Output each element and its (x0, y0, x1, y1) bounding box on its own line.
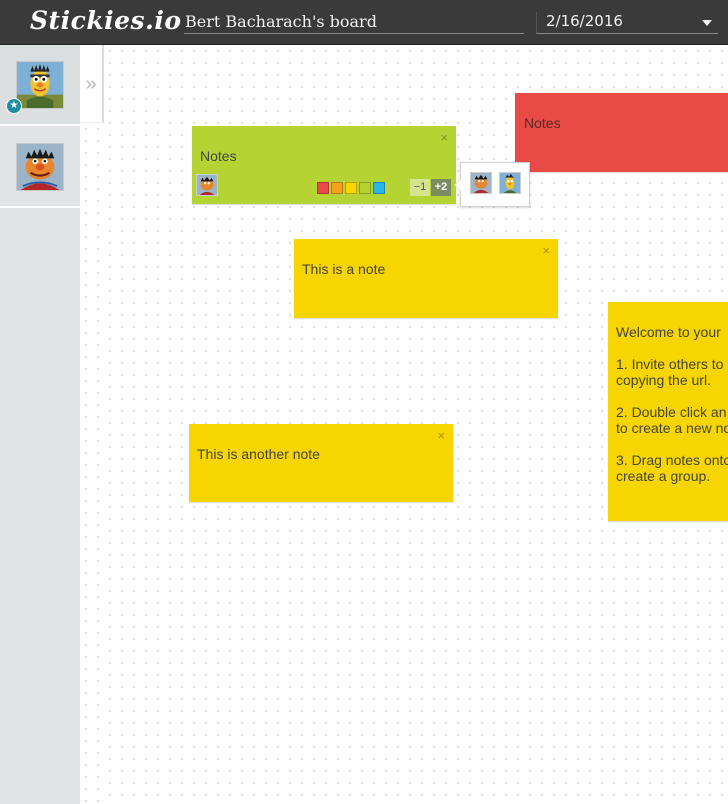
sticky-note-yellow[interactable]: × This is a note (294, 239, 558, 318)
swatch-orange[interactable] (331, 182, 343, 194)
color-picker (317, 182, 385, 194)
voter-avatar-bert (499, 172, 521, 194)
close-icon[interactable]: × (542, 243, 550, 258)
avatar (16, 61, 64, 109)
note-text[interactable]: Welcome to your 1. Invite others to copy… (616, 324, 728, 484)
sticky-note-red[interactable]: Notes (515, 93, 728, 172)
note-author-avatar (196, 174, 218, 196)
note-text[interactable]: Notes (200, 148, 237, 164)
date-select[interactable]: 2/16/2016 (536, 12, 718, 34)
sidebar-collapse-toggle[interactable]: » (80, 45, 104, 123)
swatch-blue[interactable] (373, 182, 385, 194)
star-icon: ★ (6, 98, 22, 114)
note-text[interactable]: Notes (524, 115, 561, 131)
sticky-note-green[interactable]: × Notes −1 +2 (192, 126, 456, 204)
sticky-note-welcome[interactable]: Welcome to your 1. Invite others to copy… (608, 302, 728, 521)
note-text[interactable]: This is a note (302, 261, 385, 277)
popover-pointer-inner (455, 178, 462, 192)
sidebar-user-ernie[interactable] (0, 127, 80, 208)
sidebar: ★ (0, 45, 80, 804)
swatch-red[interactable] (317, 182, 329, 194)
vote-count-badge[interactable]: +2 (431, 179, 451, 196)
swatch-green[interactable] (359, 182, 371, 194)
vote-down-button[interactable]: −1 (410, 179, 430, 196)
sticky-note-yellow[interactable]: × This is another note (189, 424, 453, 502)
close-icon[interactable]: × (437, 428, 445, 443)
voter-avatar-ernie (470, 172, 492, 194)
chevron-down-icon (702, 20, 712, 26)
swatch-yellow[interactable] (345, 182, 357, 194)
app-logo[interactable]: Stickies.io (30, 6, 182, 35)
note-text[interactable]: This is another note (197, 446, 320, 462)
voters-popover (454, 162, 530, 207)
top-bar: Stickies.io Bert Bacharach's board 2/16/… (0, 0, 728, 45)
avatar (16, 143, 64, 191)
date-value: 2/16/2016 (546, 12, 623, 30)
close-icon[interactable]: × (440, 130, 448, 145)
board-canvas-margin (80, 123, 104, 804)
sidebar-user-bert[interactable]: ★ (0, 45, 80, 126)
board-title-input[interactable]: Bert Bacharach's board (184, 12, 524, 34)
